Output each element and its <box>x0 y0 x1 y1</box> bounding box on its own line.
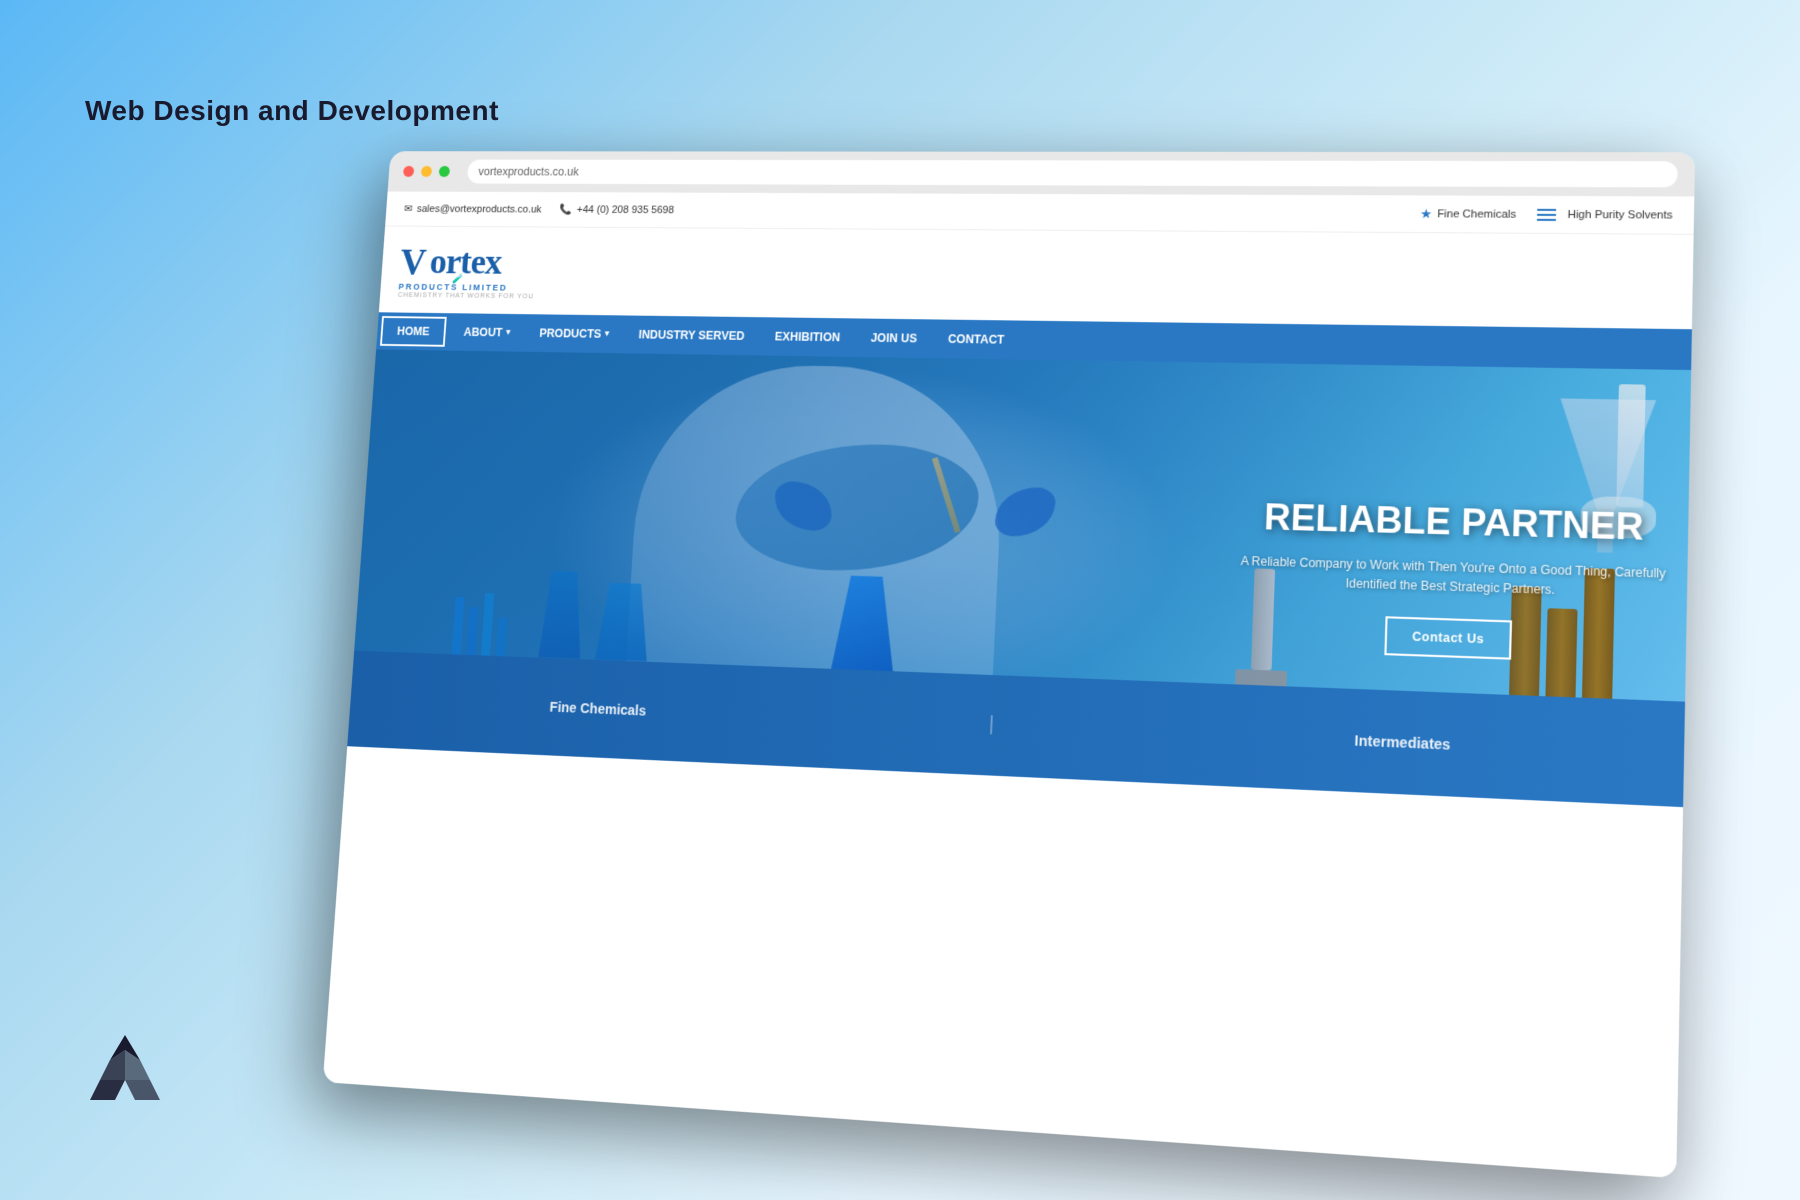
nav-contact-label: CONTACT <box>948 332 1005 346</box>
close-dot <box>403 166 414 177</box>
star-icon: ★ <box>1420 206 1433 222</box>
email-item: ✉ sales@vortexproducts.co.uk <box>404 203 542 216</box>
browser-window: vortexproducts.co.uk ✉ sales@vortexprodu… <box>323 151 1695 1178</box>
logo-main: V ortex 🧪 <box>399 239 538 284</box>
envelope-icon: ✉ <box>404 203 413 215</box>
hero-section: RELIABLE PARTNER A Reliable Company to W… <box>347 349 1691 807</box>
hero-subtitle: A Reliable Company to Work with Then You… <box>1240 552 1666 604</box>
menu-lines-icon <box>1537 208 1556 220</box>
teaser-intermediates: Intermediates <box>1354 732 1450 753</box>
phone-text: +44 (0) 208 935 5698 <box>576 204 674 216</box>
nav-home-label: HOME <box>397 324 430 337</box>
logo-tagline: CHEMISTRY THAT WORKS FOR YOU <box>398 292 534 301</box>
hero-subtitle-line1: A Reliable Company to Work with Then You… <box>1240 554 1665 581</box>
logo-mark-icon <box>85 1030 165 1110</box>
nav-about-label: ABOUT <box>463 325 503 339</box>
page-bg-label: Web Design and Development <box>85 95 499 127</box>
email-text: sales@vortexproducts.co.uk <box>416 203 541 215</box>
hero-subtitle-line2: Identified the Best Strategic Partners. <box>1345 577 1555 598</box>
logo-v: V <box>399 239 428 283</box>
minimize-dot <box>421 166 432 177</box>
browser-chrome: vortexproducts.co.uk <box>388 151 1696 196</box>
nav-products-label: PRODUCTS <box>539 326 602 340</box>
fine-chemicals-item[interactable]: ★ Fine Chemicals <box>1420 206 1516 222</box>
nav-exhibition-label: EXHIBITION <box>774 329 840 343</box>
nav-exhibition[interactable]: EXHIBITION <box>759 317 857 357</box>
contact-us-button[interactable]: Contact Us <box>1384 616 1512 659</box>
maximize-dot <box>439 166 451 177</box>
site-header: V ortex 🧪 PRODUCTS LIMITED CHEMISTRY THA… <box>379 226 1694 328</box>
high-purity-item[interactable]: High Purity Solvents <box>1537 208 1673 221</box>
website-content: ✉ sales@vortexproducts.co.uk 📞 +44 (0) 2… <box>323 192 1695 1179</box>
logo-ortex: ortex 🧪 <box>428 241 502 283</box>
nav-home[interactable]: HOME <box>380 316 447 347</box>
hero-text-block: RELIABLE PARTNER A Reliable Company to W… <box>1237 496 1667 665</box>
nav-about[interactable]: ABOUT ▾ <box>448 313 526 352</box>
teaser-fine-chemicals: Fine Chemicals <box>549 698 646 718</box>
nav-join-us[interactable]: JOIN US <box>854 318 933 358</box>
teaser-separator: | <box>988 713 994 736</box>
nav-industry-label: INDUSTRY SERVED <box>638 328 745 343</box>
top-bar-right: ★ Fine Chemicals High Purity Solvents <box>1420 206 1673 223</box>
nav-join-label: JOIN US <box>870 331 917 345</box>
nav-about-chevron: ▾ <box>506 327 511 337</box>
nav-industry[interactable]: INDUSTRY SERVED <box>623 315 761 355</box>
nav-products[interactable]: PRODUCTS ▾ <box>524 314 626 353</box>
address-bar[interactable]: vortexproducts.co.uk <box>467 160 1678 188</box>
hero-title: RELIABLE PARTNER <box>1242 496 1667 548</box>
fine-chemicals-text: Fine Chemicals <box>1437 208 1516 220</box>
nav-products-chevron: ▾ <box>605 329 610 339</box>
phone-item: 📞 +44 (0) 208 935 5698 <box>559 203 674 216</box>
phone-icon: 📞 <box>559 203 572 215</box>
nav-contact[interactable]: CONTACT <box>932 319 1021 359</box>
high-purity-text: High Purity Solvents <box>1567 209 1672 222</box>
logo-area[interactable]: V ortex 🧪 PRODUCTS LIMITED CHEMISTRY THA… <box>398 239 538 300</box>
top-bar-left: ✉ sales@vortexproducts.co.uk 📞 +44 (0) 2… <box>404 203 675 216</box>
